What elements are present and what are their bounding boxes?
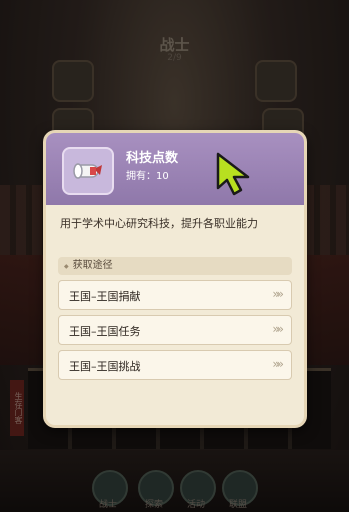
acquire-section-title: 获取途径	[58, 257, 292, 275]
item-name: 科技点数	[126, 151, 179, 166]
double-chevron-icon: »»	[272, 322, 284, 336]
scroll-icon	[62, 147, 114, 195]
owned-count: 10	[156, 171, 169, 182]
source-label: 王国–王国挑战	[69, 360, 141, 373]
double-chevron-icon: »»	[272, 287, 284, 301]
source-row[interactable]: 王国–王国挑战 »»	[58, 350, 292, 380]
source-label: 王国–王国任务	[69, 325, 141, 338]
item-description: 用于学术中心研究科技，提升各职业能力	[60, 217, 258, 230]
cursor-arrow-icon	[216, 152, 250, 196]
owned-label: 拥有：	[126, 171, 156, 182]
double-chevron-icon: »»	[272, 357, 284, 371]
acquire-section: 获取途径 王国–王国捐献 »» 王国–王国任务 »» 王国–王国挑战 »»	[58, 257, 292, 415]
source-row[interactable]: 王国–王国捐献 »»	[58, 280, 292, 310]
item-info-popup: 科技点数 拥有：10 用于学术中心研究科技，提升各职业能力 获取途径 王国–王国…	[43, 130, 307, 428]
source-label: 王国–王国捐献	[69, 290, 141, 303]
popup-header: 科技点数 拥有：10	[46, 133, 304, 205]
item-owned: 拥有：10	[126, 167, 169, 182]
source-row[interactable]: 王国–王国任务 »»	[58, 315, 292, 345]
